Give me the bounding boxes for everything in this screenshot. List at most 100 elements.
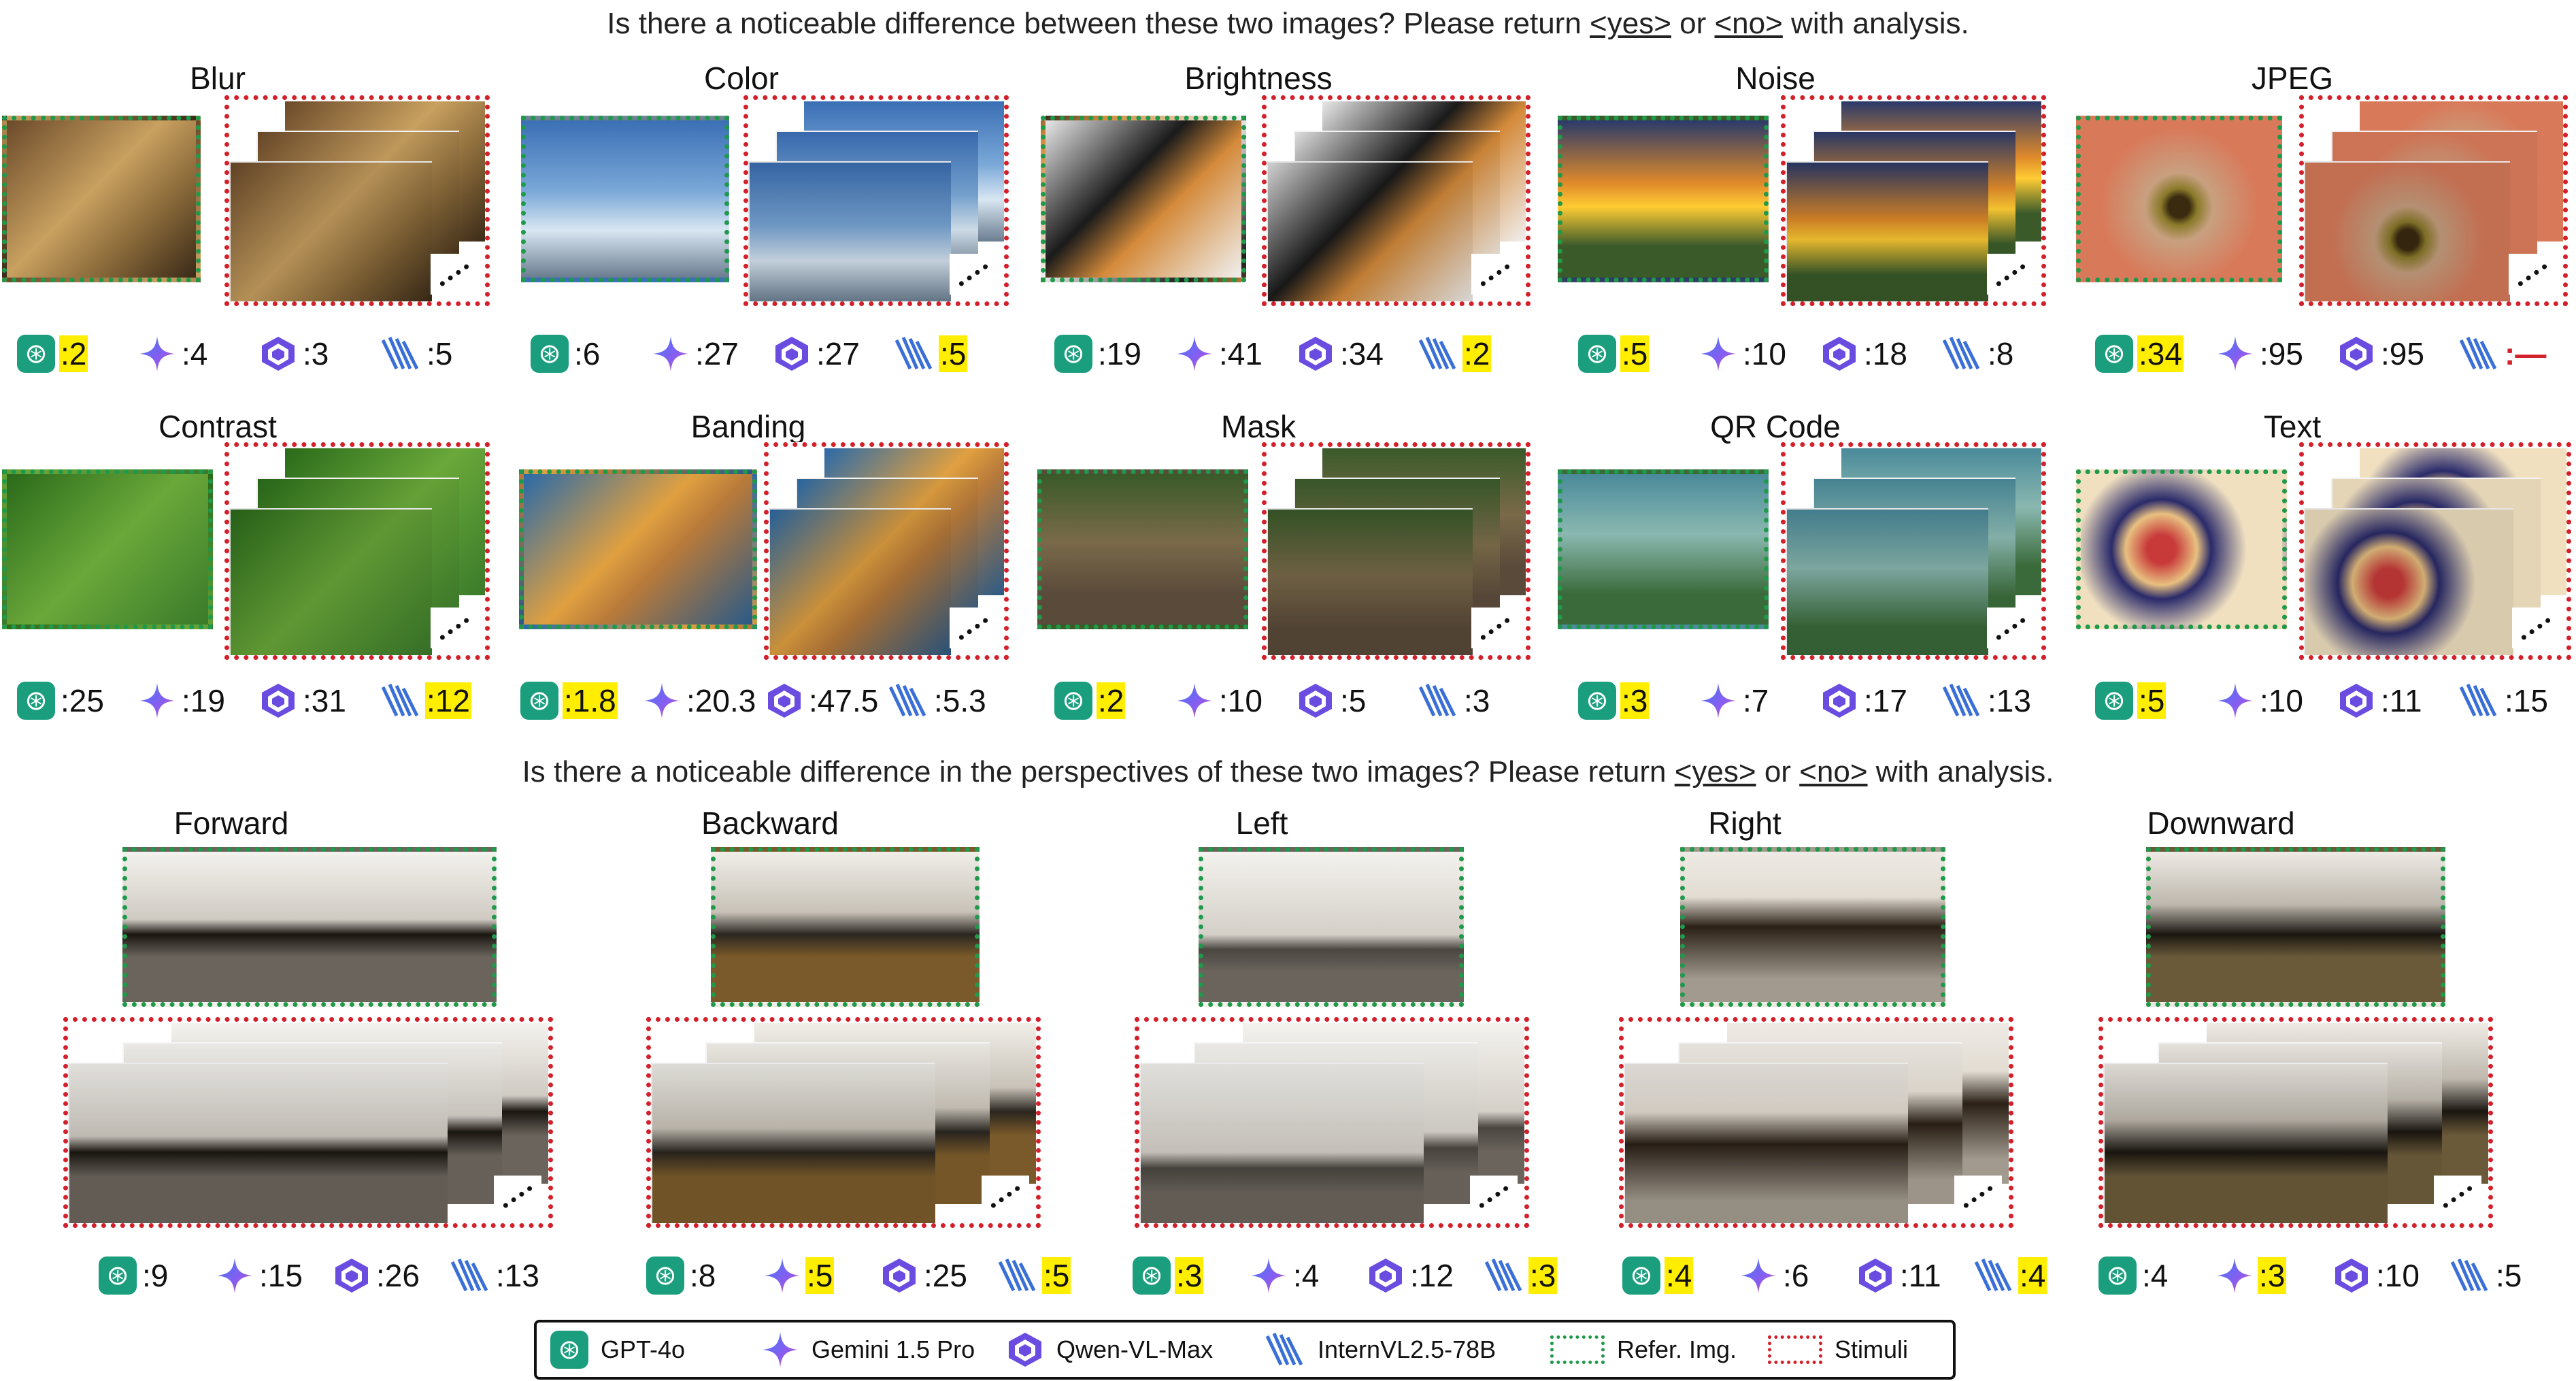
gemini-icon <box>2216 682 2254 720</box>
score-item: :2 <box>1054 677 1126 725</box>
score-item: :25 <box>880 1252 969 1299</box>
stimuli-layer <box>769 508 951 655</box>
qwen-icon <box>1297 682 1335 720</box>
score-value: :41 <box>1219 336 1262 371</box>
qwen-icon <box>2337 682 2375 720</box>
gpt-icon <box>531 335 569 373</box>
question-2-post: with analysis. <box>1867 755 2054 788</box>
internvl-icon <box>997 1257 1038 1295</box>
score-item: :10 <box>1699 330 1788 378</box>
score-item: :34 <box>2095 330 2184 378</box>
score-item: :4 <box>1973 1252 2047 1299</box>
qwen-icon <box>259 335 297 373</box>
more-dots-icon <box>1470 1176 1518 1216</box>
gemini-icon <box>652 335 690 373</box>
score-value: :11 <box>1900 1258 1941 1293</box>
gpt-icon <box>17 335 55 373</box>
score-value: :5 <box>1620 335 1650 372</box>
gemini-icon <box>216 1257 254 1295</box>
stimuli-stack <box>646 1017 1041 1228</box>
qwen-icon <box>333 1257 371 1295</box>
score-item: :15 <box>216 1252 304 1299</box>
score-value: :8 <box>1988 336 2014 371</box>
score-value: :7 <box>1743 683 1769 718</box>
panel-title: Right <box>1708 805 1782 841</box>
legend-intern: InternVL2.5-78B <box>1265 1322 1496 1377</box>
score-value: :15 <box>259 1258 303 1293</box>
score-item: :5.3 <box>888 677 988 725</box>
internvl-icon <box>380 682 421 720</box>
score-value: :4 <box>2018 1257 2047 1294</box>
gpt-icon <box>2098 1257 2137 1295</box>
score-value: :6 <box>574 336 601 371</box>
score-item: :7 <box>1699 677 1770 725</box>
score-value: :5 <box>1042 1257 1071 1294</box>
score-item: :5 <box>997 1252 1071 1299</box>
score-value: :5 <box>805 1257 835 1294</box>
stimuli-stack <box>224 442 490 660</box>
legend-qwen-label: Qwen-VL-Max <box>1056 1335 1214 1363</box>
score-value: :5 <box>1340 683 1367 718</box>
score-value: :10 <box>1743 336 1786 371</box>
internvl-icon <box>2458 682 2499 720</box>
score-item: :3 <box>1133 1252 1204 1299</box>
score-item: :95 <box>2337 330 2426 378</box>
score-value: :26 <box>376 1258 420 1293</box>
gpt-icon <box>1578 335 1616 373</box>
score-value: :8 <box>690 1258 716 1293</box>
score-item: :5 <box>763 1252 835 1299</box>
score-value: :4 <box>1665 1257 1694 1294</box>
gpt-icon <box>1622 1257 1660 1295</box>
stim-swatch <box>1768 1335 1822 1364</box>
stimuli-stack <box>1135 1017 1529 1228</box>
score-value: :3 <box>303 336 329 371</box>
gpt-icon <box>1054 682 1092 720</box>
legend-gemini: Gemini 1.5 Pro <box>761 1322 975 1377</box>
gpt-icon <box>550 1331 588 1369</box>
score-item: :5 <box>1578 330 1650 378</box>
score-item: :19 <box>138 677 227 725</box>
question-1-text: Is there a noticeable difference between… <box>607 7 1590 40</box>
question-1-or: or <box>1671 7 1715 40</box>
reference-image <box>1041 116 1246 282</box>
score-row: :6 :27 :27 :5 <box>531 330 1015 378</box>
gpt-icon <box>1578 682 1616 720</box>
score-item: :4 <box>138 330 209 378</box>
gemini-icon <box>1739 1257 1777 1295</box>
gpt-icon <box>1133 1257 1171 1295</box>
score-value: :17 <box>1864 683 1907 718</box>
qwen-icon <box>880 1257 918 1295</box>
qwen-icon <box>1820 682 1858 720</box>
reference-image <box>711 847 980 1007</box>
score-value: :34 <box>2137 335 2184 372</box>
panel-title: Downward <box>2147 805 2295 841</box>
score-item: :6 <box>1739 1252 1810 1299</box>
score-item: :27 <box>652 330 740 378</box>
panel-title: Text <box>2263 409 2322 444</box>
reference-image <box>1037 469 1248 629</box>
score-item: :18 <box>1820 330 1909 378</box>
score-value: :95 <box>2260 336 2303 371</box>
score-row: :8 :5 :25 :5 <box>646 1252 1114 1299</box>
stimuli-stack <box>1781 95 2046 306</box>
more-dots-icon <box>1471 254 1519 295</box>
score-item: :5 <box>2449 1252 2523 1299</box>
qwen-icon <box>2332 1257 2371 1295</box>
reference-image <box>521 116 729 282</box>
gpt-icon <box>520 682 558 720</box>
score-item: :20.3 <box>643 677 757 725</box>
score-item: :3 <box>1578 677 1650 725</box>
internvl-icon <box>894 335 935 373</box>
score-item: :27 <box>773 330 861 378</box>
score-item: :47.5 <box>765 677 880 725</box>
gemini-icon <box>1250 1257 1288 1295</box>
stimuli-layer <box>2304 508 2513 655</box>
panel-title: Mask <box>1221 409 1296 444</box>
score-item: :9 <box>99 1252 169 1299</box>
score-value: :5 <box>939 335 968 372</box>
question-2: Is there a noticeable difference in the … <box>0 755 2576 789</box>
internvl-icon <box>1484 1257 1524 1295</box>
internvl-icon <box>450 1257 490 1295</box>
gpt-icon <box>646 1257 684 1295</box>
reference-image <box>2076 469 2287 629</box>
